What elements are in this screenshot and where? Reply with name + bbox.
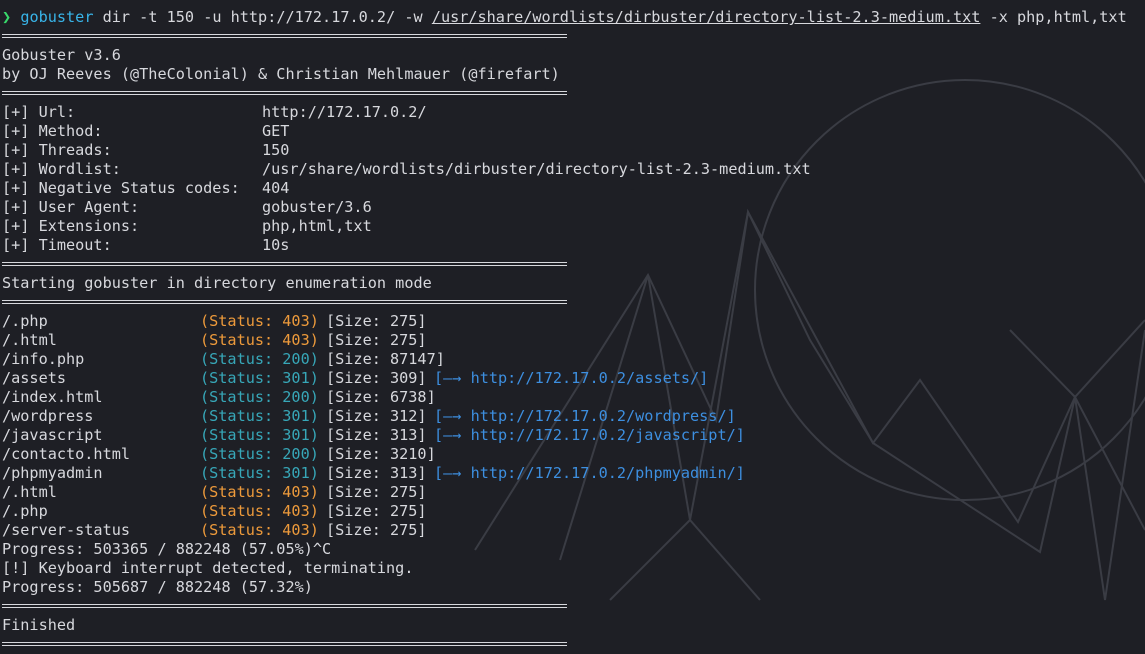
- result-path: /.html: [2, 483, 57, 501]
- result-status: (Status: 403): [200, 483, 319, 501]
- result-row: /.php (Status: 403) [Size: 275]: [2, 312, 1127, 331]
- result-redirect-link[interactable]: [—→ http://172.17.0.2/javascript/]: [434, 426, 745, 445]
- result-status: (Status: 403): [200, 331, 319, 349]
- config-key: [+] Wordlist:: [2, 160, 121, 178]
- banner-authors: by OJ Reeves (@TheColonial) & Christian …: [2, 65, 560, 83]
- result-status: (Status: 403): [200, 521, 319, 539]
- result-size: [Size: 275]: [326, 502, 427, 520]
- result-size: [Size: 313]: [326, 426, 427, 444]
- config-row: [+] User Agent: gobuster/3.6: [2, 198, 1127, 217]
- config-key: [+] User Agent:: [2, 198, 140, 216]
- result-path: /javascript: [2, 426, 103, 444]
- result-row: /info.php (Status: 200) [Size: 87147]: [2, 350, 1127, 369]
- result-row: /contacto.html (Status: 200) [Size: 3210]: [2, 445, 1127, 464]
- config-value: http://172.17.0.2/: [262, 103, 427, 121]
- config-key: [+] Method:: [2, 122, 103, 140]
- result-path: /.php: [2, 502, 48, 520]
- result-path: /contacto.html: [2, 445, 131, 463]
- separator: [2, 597, 1127, 616]
- separator: [2, 84, 1127, 103]
- config-row: [+] Extensions: php,html,txt: [2, 217, 1127, 236]
- config-value: gobuster/3.6: [262, 198, 372, 216]
- result-size: [Size: 6738]: [326, 388, 436, 406]
- command-args: dir -t 150 -u http://172.17.0.2/ -w: [93, 8, 432, 26]
- config-value: php,html,txt: [262, 217, 372, 235]
- wordlist-path-link[interactable]: /usr/share/wordlists/dirbuster/directory…: [432, 8, 981, 26]
- result-row: /.html (Status: 403) [Size: 275]: [2, 331, 1127, 350]
- config-row: [+] Method: GET: [2, 122, 1127, 141]
- result-status: (Status: 301): [200, 464, 319, 482]
- result-status: (Status: 403): [200, 502, 319, 520]
- result-path: /wordpress: [2, 407, 94, 425]
- command-args-tail: -x php,html,txt: [980, 8, 1127, 26]
- result-size: [Size: 309]: [326, 369, 427, 387]
- result-size: [Size: 3210]: [326, 445, 436, 463]
- separator: [2, 27, 1127, 46]
- result-path: /index.html: [2, 388, 103, 406]
- result-size: [Size: 313]: [326, 464, 427, 482]
- config-value: GET: [262, 122, 290, 140]
- progress-line: Progress: 503365 / 882248 (57.05%)^C: [2, 540, 332, 558]
- result-status: (Status: 200): [200, 388, 319, 406]
- result-path: /phpmyadmin: [2, 464, 103, 482]
- result-row: /phpmyadmin (Status: 301) [Size: 313] [—→ h…: [2, 464, 1127, 483]
- config-key: [+] Extensions:: [2, 217, 140, 235]
- config-value: 404: [262, 179, 290, 197]
- result-row: /server-status (Status: 403) [Size: 275]: [2, 521, 1127, 540]
- separator: [2, 635, 1127, 654]
- result-row: /index.html (Status: 200) [Size: 6738]: [2, 388, 1127, 407]
- config-key: [+] Threads:: [2, 141, 112, 159]
- result-size: [Size: 275]: [326, 521, 427, 539]
- result-size: [Size: 275]: [326, 312, 427, 330]
- result-path: /server-status: [2, 521, 131, 539]
- config-key: [+] Negative Status codes:: [2, 179, 240, 197]
- result-status: (Status: 301): [200, 426, 319, 444]
- progress-line: Progress: 505687 / 882248 (57.32%): [2, 578, 313, 596]
- prompt-arrow-icon: ❯: [2, 8, 12, 26]
- result-row: /javascript (Status: 301) [Size: 313] [—→ h…: [2, 426, 1127, 445]
- result-status: (Status: 403): [200, 312, 319, 330]
- config-row: [+] Wordlist: /usr/share/wordlists/dirbus…: [2, 160, 1127, 179]
- result-row: /wordpress (Status: 301) [Size: 312] [—→ ht…: [2, 407, 1127, 426]
- result-size: [Size: 275]: [326, 331, 427, 349]
- command-name: gobuster: [20, 8, 94, 26]
- config-value: /usr/share/wordlists/dirbuster/directory…: [262, 160, 811, 178]
- config-value: 10s: [262, 236, 290, 254]
- terminal-window[interactable]: ❯ gobuster dir -t 150 -u http://172.17.0…: [0, 0, 1145, 654]
- result-path: /assets: [2, 369, 67, 387]
- result-redirect-link[interactable]: [—→ http://172.17.0.2/wordpress/]: [434, 407, 736, 426]
- result-status: (Status: 301): [200, 407, 319, 425]
- result-path: /.php: [2, 312, 48, 330]
- interrupt-message: [!] Keyboard interrupt detected, termina…: [2, 559, 414, 577]
- result-path: /.html: [2, 331, 57, 349]
- result-row: /.html (Status: 403) [Size: 275]: [2, 483, 1127, 502]
- result-redirect-link[interactable]: [—→ http://172.17.0.2/assets/]: [434, 369, 708, 388]
- finished-message: Finished: [2, 616, 76, 634]
- result-status: (Status: 200): [200, 350, 319, 368]
- result-status: (Status: 200): [200, 445, 319, 463]
- config-row: [+] Threads: 150: [2, 141, 1127, 160]
- result-path: /info.php: [2, 350, 85, 368]
- separator: [2, 255, 1127, 274]
- result-row: /.php (Status: 403) [Size: 275]: [2, 502, 1127, 521]
- config-row: [+] Url: http://172.17.0.2/: [2, 103, 1127, 122]
- result-row: /assets (Status: 301) [Size: 309] [—→ http:…: [2, 369, 1127, 388]
- result-size: [Size: 87147]: [326, 350, 445, 368]
- result-size: [Size: 312]: [326, 407, 427, 425]
- result-status: (Status: 301): [200, 369, 319, 387]
- config-key: [+] Url:: [2, 103, 76, 121]
- result-redirect-link[interactable]: [—→ http://172.17.0.2/phpmyadmin/]: [434, 464, 745, 483]
- config-value: 150: [262, 141, 290, 159]
- mode-message: Starting gobuster in directory enumerati…: [2, 274, 432, 292]
- terminal-output: ❯ gobuster dir -t 150 -u http://172.17.0…: [2, 8, 1127, 654]
- banner-version: Gobuster v3.6: [2, 46, 121, 64]
- config-row: [+] Timeout: 10s: [2, 236, 1127, 255]
- config-row: [+] Negative Status codes: 404: [2, 179, 1127, 198]
- command-line: ❯ gobuster dir -t 150 -u http://172.17.0…: [2, 8, 1127, 27]
- separator: [2, 293, 1127, 312]
- result-size: [Size: 275]: [326, 483, 427, 501]
- config-key: [+] Timeout:: [2, 236, 112, 254]
